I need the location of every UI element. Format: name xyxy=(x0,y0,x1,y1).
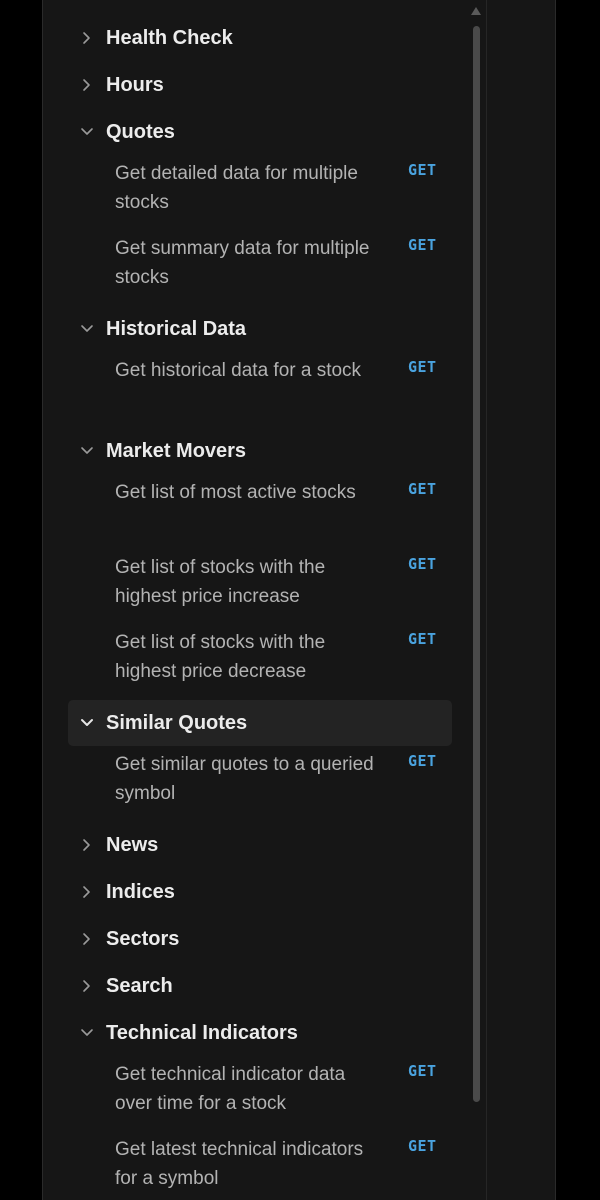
nav-section-label: Historical Data xyxy=(106,317,247,340)
nav-section-label: Hours xyxy=(106,73,164,96)
get-method-badge: GET xyxy=(408,555,437,573)
endpoint-label: Get list of most active stocks xyxy=(115,482,356,503)
nav-section-label: Health Check xyxy=(106,26,233,49)
chevron-down-icon xyxy=(68,1010,106,1056)
nav-section-label: Market Movers xyxy=(106,439,247,462)
api-nav-panel: Health Check Hours Quotes Get detailed data… xyxy=(42,0,556,1200)
endpoint-label: Get list of stocks with the highest pric… xyxy=(115,557,326,607)
endpoint-item[interactable]: Get summary data for multiple stocks GET xyxy=(115,235,455,295)
chevron-down-icon xyxy=(68,306,106,352)
scroll-up-arrow[interactable] xyxy=(471,7,481,15)
endpoint-label: Get detailed data for multiple stocks xyxy=(115,163,358,213)
endpoint-item[interactable]: Get list of most active stocks GET xyxy=(115,479,455,539)
get-method-badge: GET xyxy=(408,161,437,179)
endpoint-item[interactable]: Get historical data for a stock GET xyxy=(115,357,455,417)
endpoint-label: Get similar quotes to a queried symbol xyxy=(115,754,374,804)
endpoint-label: Get summary data for multiple stocks xyxy=(115,238,370,288)
chevron-right-icon xyxy=(68,62,106,108)
nav-section-sectors[interactable]: Sectors xyxy=(68,916,452,962)
get-method-badge: GET xyxy=(408,480,437,498)
nav-section-similar-quotes[interactable]: Similar Quotes xyxy=(68,700,452,746)
endpoint-item[interactable]: Get list of stocks with the highest pric… xyxy=(115,629,455,689)
nav-section-historical-data[interactable]: Historical Data xyxy=(68,306,452,352)
nav-section-quotes[interactable]: Quotes xyxy=(68,109,452,155)
get-method-badge: GET xyxy=(408,1062,437,1080)
nav-section-label: News xyxy=(106,833,159,856)
endpoint-item[interactable]: Get list of stocks with the highest pric… xyxy=(115,554,455,614)
endpoint-label: Get historical data for a stock xyxy=(115,360,362,381)
endpoint-item[interactable]: Get detailed data for multiple stocks GET xyxy=(115,160,455,220)
chevron-right-icon xyxy=(68,963,106,1009)
endpoint-label: Get latest technical indicators for a sy… xyxy=(115,1139,364,1189)
chevron-down-icon xyxy=(68,109,106,155)
endpoint-item[interactable]: Get latest technical indicators for a sy… xyxy=(115,1136,455,1196)
chevron-down-icon xyxy=(68,700,106,746)
get-method-badge: GET xyxy=(408,1137,437,1155)
nav-section-news[interactable]: News xyxy=(68,822,452,868)
nav-section-label: Quotes xyxy=(106,120,175,143)
endpoint-label: Get list of stocks with the highest pric… xyxy=(115,632,326,682)
chevron-right-icon xyxy=(68,822,106,868)
nav-section-hours[interactable]: Hours xyxy=(68,62,452,108)
endpoint-label: Get technical indicator data over time f… xyxy=(115,1064,346,1114)
nav-section-label: Similar Quotes xyxy=(106,711,248,734)
panel-divider xyxy=(486,0,487,1200)
nav-section-technical-indicators[interactable]: Technical Indicators xyxy=(68,1010,452,1056)
scrollbar[interactable] xyxy=(469,0,483,1200)
endpoint-item[interactable]: Get technical indicator data over time f… xyxy=(115,1061,455,1121)
get-method-badge: GET xyxy=(408,358,437,376)
chevron-right-icon xyxy=(68,869,106,915)
nav-section-label: Sectors xyxy=(106,927,180,950)
api-nav-tree: Health Check Hours Quotes Get detailed data… xyxy=(43,0,529,1200)
get-method-badge: GET xyxy=(408,630,437,648)
scrollbar-thumb[interactable] xyxy=(473,26,480,1102)
chevron-right-icon xyxy=(68,916,106,962)
nav-section-search[interactable]: Search xyxy=(68,963,452,1009)
get-method-badge: GET xyxy=(408,236,437,254)
nav-section-market-movers[interactable]: Market Movers xyxy=(68,428,452,474)
endpoint-item[interactable]: Get similar quotes to a queried symbol GE… xyxy=(115,751,455,811)
nav-section-label: Search xyxy=(106,974,173,997)
nav-section-label: Technical Indicators xyxy=(106,1021,298,1044)
nav-section-health-check[interactable]: Health Check xyxy=(68,15,452,61)
get-method-badge: GET xyxy=(408,752,437,770)
chevron-right-icon xyxy=(68,15,106,61)
nav-section-label: Indices xyxy=(106,880,175,903)
chevron-down-icon xyxy=(68,428,106,474)
nav-section-indices[interactable]: Indices xyxy=(68,869,452,915)
